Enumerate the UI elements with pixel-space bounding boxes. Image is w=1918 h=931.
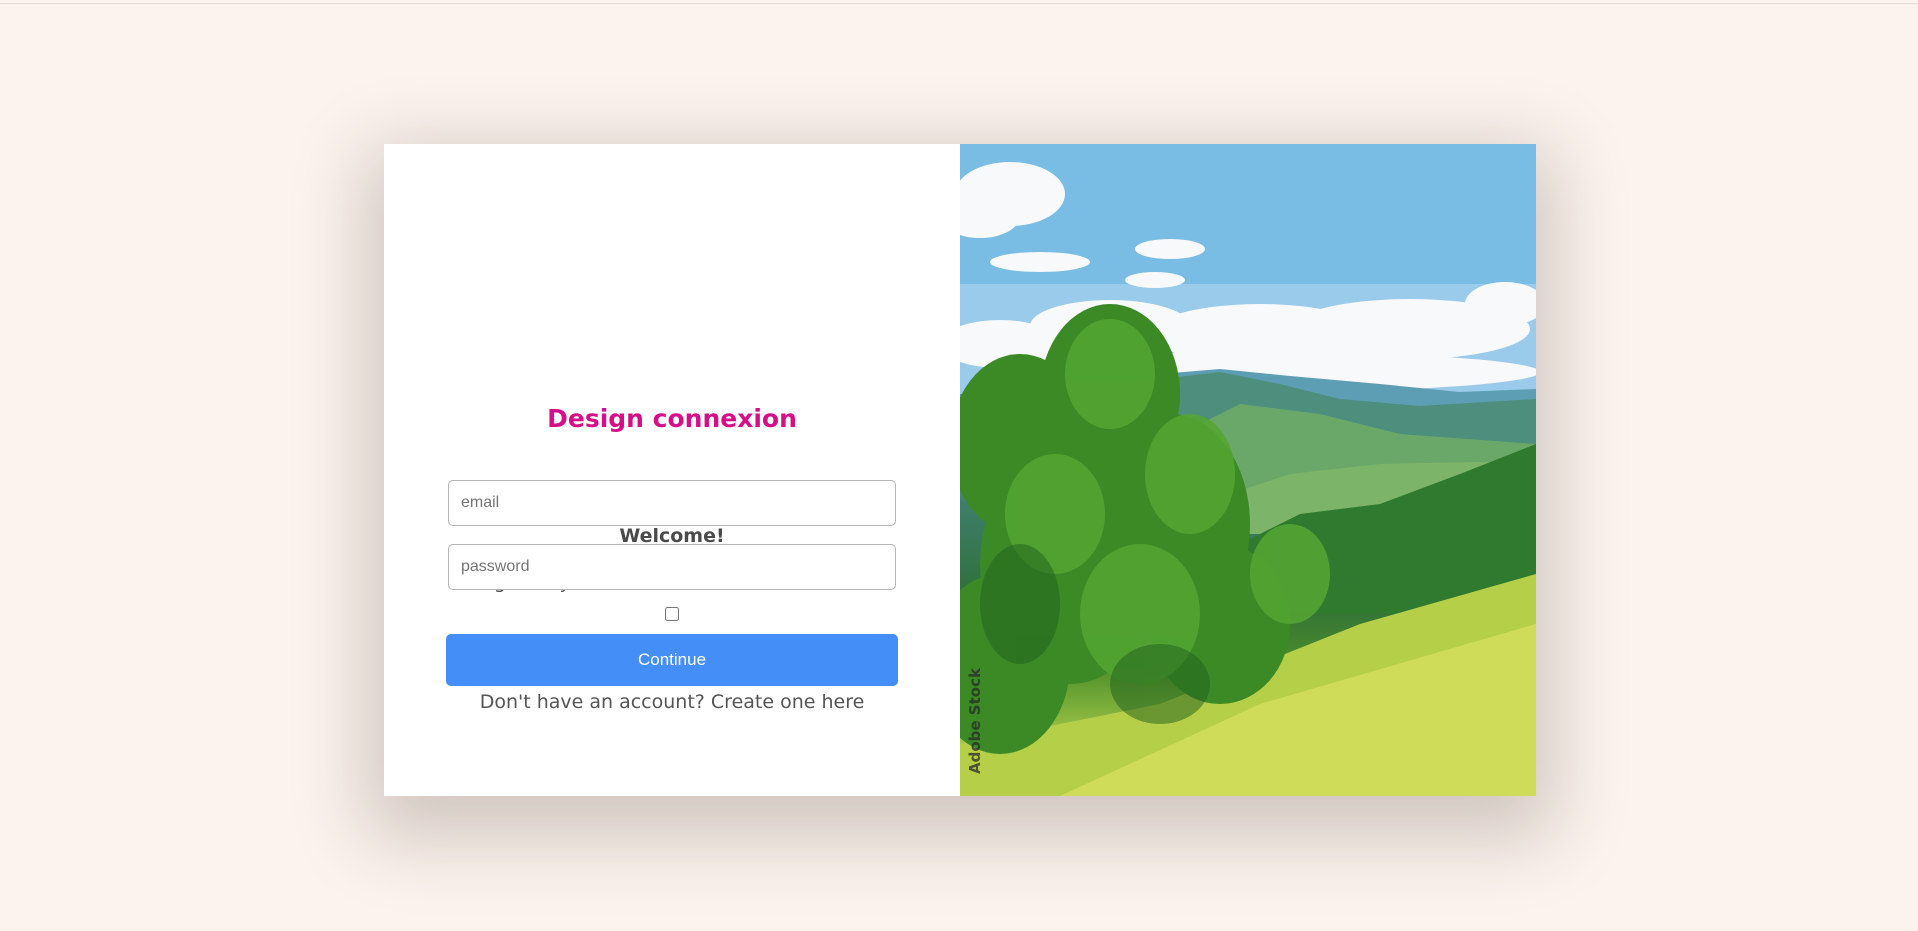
password-input[interactable] [448, 544, 896, 590]
login-card: Design connexion Welcome! Sign in by ent… [384, 144, 1536, 796]
top-divider [0, 3, 1918, 4]
landscape-illustration [960, 144, 1536, 796]
stock-watermark: Adobe Stock [966, 574, 984, 774]
remember-checkbox[interactable] [665, 607, 679, 621]
landscape-image: Adobe Stock [960, 144, 1536, 796]
create-account-link[interactable]: Don't have an account? Create one here [384, 689, 960, 715]
continue-button[interactable]: Continue [446, 634, 898, 686]
login-form-panel: Design connexion Welcome! Sign in by ent… [384, 144, 960, 796]
watermark-text: Adobe Stock [966, 668, 984, 774]
email-input[interactable] [448, 480, 896, 526]
brand-title: Design connexion [547, 404, 797, 433]
